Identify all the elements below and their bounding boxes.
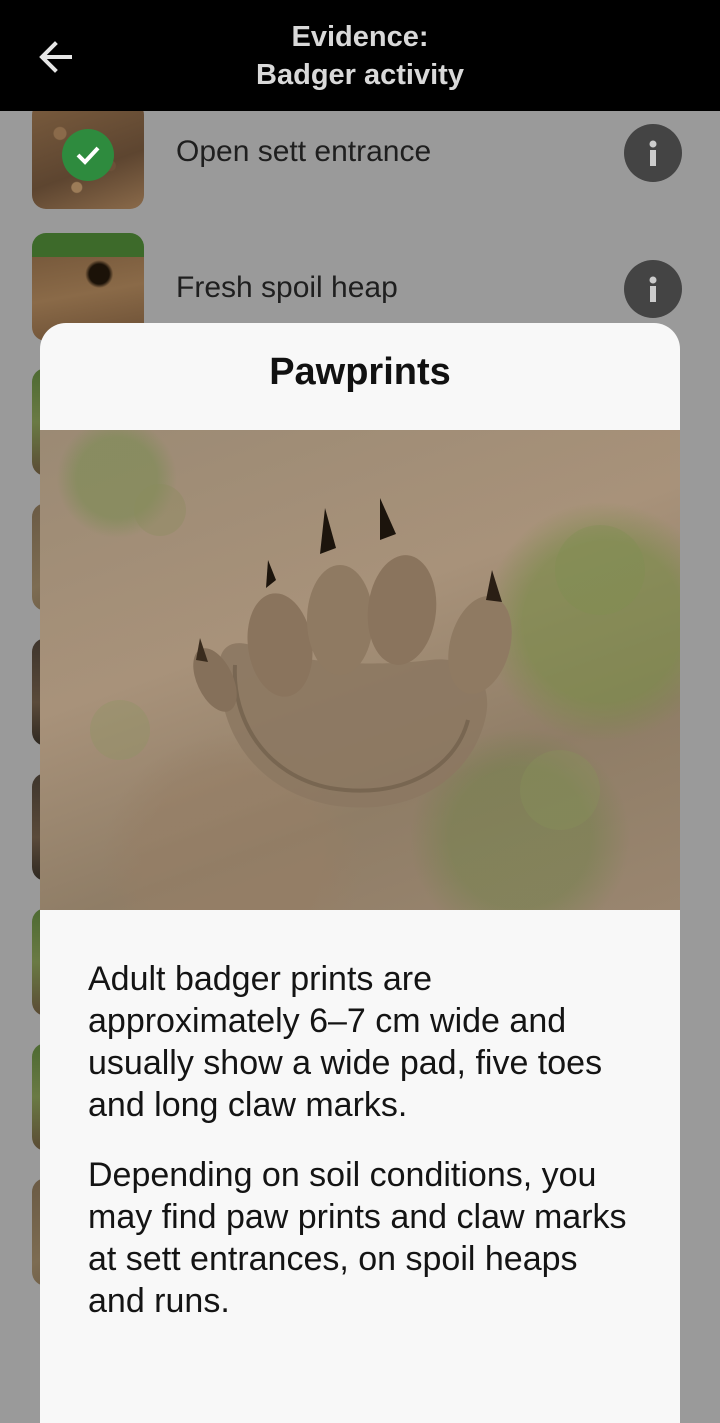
info-dialog: Pawprints Adult badger prints are approx… <box>40 323 680 1423</box>
list-item[interactable]: Open sett entrance <box>0 101 720 247</box>
sett-entrance-thumbnail <box>32 101 144 209</box>
info-icon <box>649 276 657 302</box>
dialog-title: Pawprints <box>269 351 451 393</box>
pawprint-illustration <box>90 484 645 830</box>
list-item-label: Open sett entrance <box>176 135 432 168</box>
info-button[interactable] <box>624 260 682 318</box>
dialog-paragraph: Adult badger prints are approximately 6–… <box>88 960 603 1124</box>
dialog-paragraph: Depending on soil conditions, you may fi… <box>88 1156 627 1320</box>
page-title-line-2: Badger activity <box>256 59 464 91</box>
page-title-line-1: Evidence: <box>291 21 429 53</box>
info-icon <box>649 140 657 166</box>
info-button[interactable] <box>624 124 682 182</box>
check-icon <box>62 129 114 181</box>
dialog-body: Adult badger prints are approximately 6–… <box>88 958 632 1350</box>
back-button[interactable] <box>30 32 80 82</box>
pawprint-photo <box>40 430 680 910</box>
app-bar: Evidence: Badger activity <box>0 0 720 111</box>
list-item-label: Fresh spoil heap <box>176 271 398 304</box>
arrow-left-icon <box>39 41 72 73</box>
page-title: Evidence: Badger activity <box>120 18 600 94</box>
